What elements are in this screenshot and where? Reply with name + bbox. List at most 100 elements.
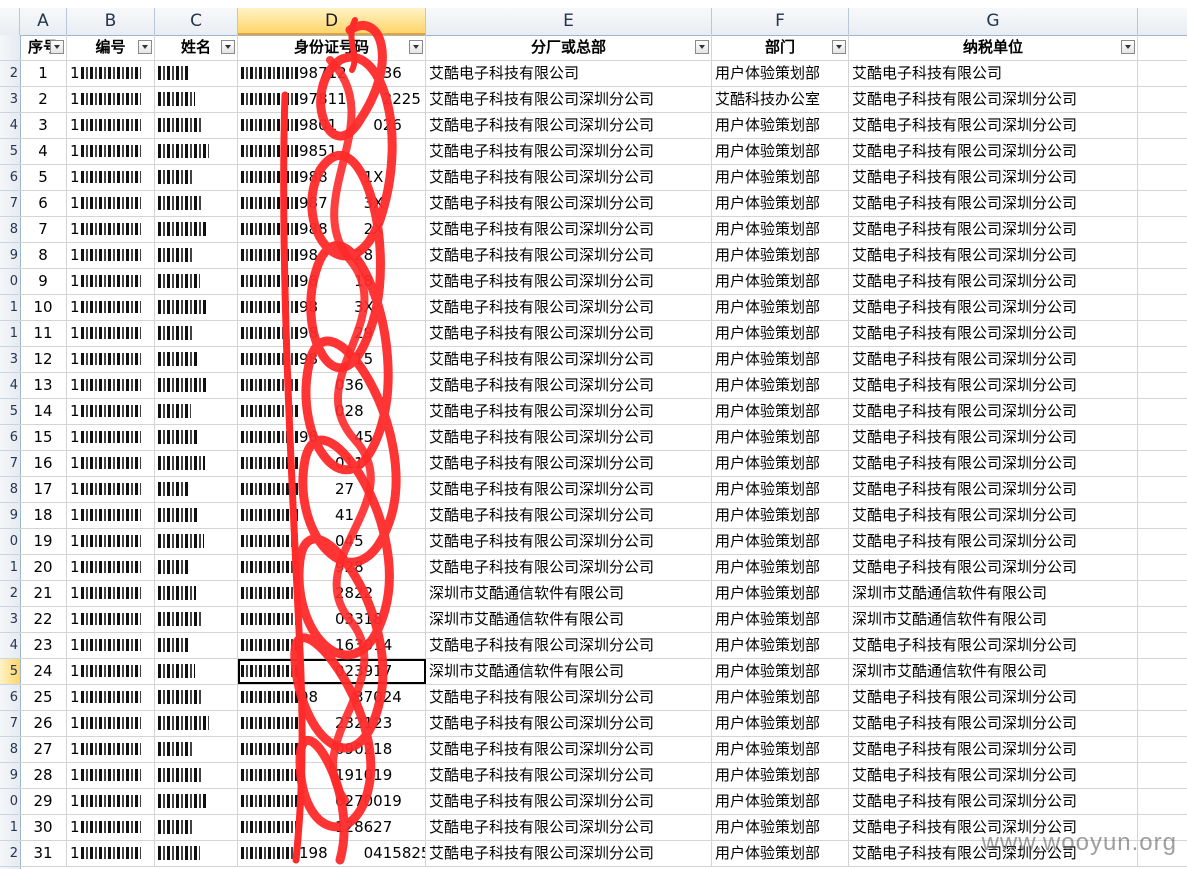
row-number[interactable]: 2 xyxy=(0,61,20,87)
seq-cell[interactable]: 30 xyxy=(20,815,67,840)
department-cell[interactable]: 用户体验策划部 xyxy=(712,451,849,476)
code-cell[interactable]: 1 xyxy=(67,139,155,164)
department-cell[interactable]: 用户体验策划部 xyxy=(712,113,849,138)
name-cell[interactable] xyxy=(155,555,238,580)
tax-unit-cell[interactable]: 艾酷电子科技有限公司深圳分公司 xyxy=(849,217,1138,242)
name-cell[interactable] xyxy=(155,529,238,554)
code-cell[interactable]: 1 xyxy=(67,113,155,138)
code-cell[interactable]: 1 xyxy=(67,737,155,762)
code-cell[interactable]: 1 xyxy=(67,87,155,112)
code-cell[interactable]: 1 xyxy=(67,451,155,476)
seq-cell[interactable]: 12 xyxy=(20,347,67,372)
id-number-cell[interactable]: 27 xyxy=(238,477,426,502)
tax-unit-cell[interactable]: 艾酷电子科技有限公司深圳分公司 xyxy=(849,633,1138,658)
tax-unit-cell[interactable]: 艾酷电子科技有限公司 xyxy=(849,61,1138,86)
name-cell[interactable] xyxy=(155,347,238,372)
name-cell[interactable] xyxy=(155,685,238,710)
id-number-cell[interactable]: 928 xyxy=(238,555,426,580)
code-cell[interactable]: 1 xyxy=(67,477,155,502)
select-all-corner[interactable] xyxy=(0,8,20,35)
tax-unit-cell[interactable]: 艾酷电子科技有限公司深圳分公司 xyxy=(849,269,1138,294)
tax-unit-cell[interactable]: 艾酷电子科技有限公司深圳分公司 xyxy=(849,347,1138,372)
header-cell[interactable]: 编号 xyxy=(67,35,155,60)
row-number[interactable]: 7 xyxy=(0,711,20,737)
seq-cell[interactable]: 17 xyxy=(20,477,67,502)
branch-cell[interactable]: 深圳市艾酷通信软件有限公司 xyxy=(426,581,712,606)
branch-cell[interactable]: 艾酷电子科技有限公司深圳分公司 xyxy=(426,243,712,268)
branch-cell[interactable]: 艾酷电子科技有限公司深圳分公司 xyxy=(426,347,712,372)
tax-unit-cell[interactable]: 艾酷电子科技有限公司深圳分公司 xyxy=(849,139,1138,164)
id-number-cell[interactable]: 6270019 xyxy=(238,789,426,814)
code-cell[interactable]: 1 xyxy=(67,243,155,268)
department-cell[interactable]: 用户体验策划部 xyxy=(712,555,849,580)
code-cell[interactable]: 1 xyxy=(67,191,155,216)
code-cell[interactable]: 1 xyxy=(67,269,155,294)
seq-cell[interactable]: 23 xyxy=(20,633,67,658)
id-number-cell[interactable]: 98 37024 xyxy=(238,685,426,710)
id-number-cell[interactable]: 98 18 xyxy=(238,269,426,294)
header-cell[interactable]: 纳税单位 xyxy=(849,35,1138,60)
code-cell[interactable]: 1 xyxy=(67,789,155,814)
branch-cell[interactable]: 艾酷电子科技有限公司深圳分公司 xyxy=(426,763,712,788)
seq-cell[interactable]: 20 xyxy=(20,555,67,580)
filter-dropdown-icon[interactable] xyxy=(832,40,846,54)
name-cell[interactable] xyxy=(155,373,238,398)
branch-cell[interactable]: 艾酷电子科技有限公司深圳分公司 xyxy=(426,633,712,658)
code-cell[interactable]: 1 xyxy=(67,633,155,658)
name-cell[interactable] xyxy=(155,763,238,788)
column-header-g[interactable]: G xyxy=(849,8,1138,35)
seq-cell[interactable]: 25 xyxy=(20,685,67,710)
code-cell[interactable]: 1 xyxy=(67,581,155,606)
tax-unit-cell[interactable]: 艾酷电子科技有限公司深圳分公司 xyxy=(849,165,1138,190)
code-cell[interactable]: 1 xyxy=(67,763,155,788)
name-cell[interactable] xyxy=(155,165,238,190)
row-number[interactable]: 5 xyxy=(0,659,20,685)
department-cell[interactable]: 用户体验策划部 xyxy=(712,217,849,242)
row-number[interactable]: 5 xyxy=(0,399,20,425)
seq-cell[interactable]: 28 xyxy=(20,763,67,788)
tax-unit-cell[interactable]: 艾酷电子科技有限公司深圳分公司 xyxy=(849,191,1138,216)
department-cell[interactable]: 用户体验策划部 xyxy=(712,165,849,190)
id-number-cell[interactable]: 98 45 xyxy=(238,425,426,450)
row-number[interactable]: 4 xyxy=(0,373,20,399)
seq-cell[interactable]: 4 xyxy=(20,139,67,164)
id-number-cell[interactable]: 128627 xyxy=(238,815,426,840)
branch-cell[interactable]: 艾酷电子科技有限公司深圳分公司 xyxy=(426,165,712,190)
name-cell[interactable] xyxy=(155,87,238,112)
department-cell[interactable]: 用户体验策划部 xyxy=(712,711,849,736)
code-cell[interactable]: 1 xyxy=(67,321,155,346)
department-cell[interactable]: 用户体验策划部 xyxy=(712,321,849,346)
id-number-cell[interactable]: 2822 xyxy=(238,581,426,606)
branch-cell[interactable]: 艾酷电子科技有限公司深圳分公司 xyxy=(426,451,712,476)
department-cell[interactable]: 用户体验策划部 xyxy=(712,373,849,398)
id-number-cell[interactable]: 9801 026 xyxy=(238,113,426,138)
row-number[interactable]: 0 xyxy=(0,529,20,555)
row-number[interactable]: 0 xyxy=(0,789,20,815)
name-cell[interactable] xyxy=(155,633,238,658)
row-number[interactable]: 8 xyxy=(0,477,20,503)
id-number-cell[interactable]: 987 3X xyxy=(238,191,426,216)
department-cell[interactable]: 用户体验策划部 xyxy=(712,61,849,86)
column-header-b[interactable]: B xyxy=(67,8,155,35)
seq-cell[interactable]: 21 xyxy=(20,581,67,606)
name-cell[interactable] xyxy=(155,711,238,736)
branch-cell[interactable]: 深圳市艾酷通信软件有限公司 xyxy=(426,607,712,632)
code-cell[interactable]: 1 xyxy=(67,555,155,580)
header-cell[interactable]: 序号 xyxy=(20,35,67,60)
row-number[interactable]: 6 xyxy=(0,165,20,191)
branch-cell[interactable]: 艾酷电子科技有限公司深圳分公司 xyxy=(426,529,712,554)
id-number-cell[interactable]: 98 3X xyxy=(238,295,426,320)
code-cell[interactable]: 1 xyxy=(67,61,155,86)
seq-cell[interactable]: 16 xyxy=(20,451,67,476)
seq-cell[interactable]: 1 xyxy=(20,61,67,86)
id-number-cell[interactable]: 98 28 xyxy=(238,243,426,268)
department-cell[interactable]: 用户体验策划部 xyxy=(712,529,849,554)
tax-unit-cell[interactable]: 艾酷电子科技有限公司深圳分公司 xyxy=(849,295,1138,320)
code-cell[interactable]: 1 xyxy=(67,685,155,710)
name-cell[interactable] xyxy=(155,841,238,866)
id-number-cell[interactable]: 98 29 xyxy=(238,321,426,346)
tax-unit-cell[interactable]: 艾酷电子科技有限公司深圳分公司 xyxy=(849,737,1138,762)
tax-unit-cell[interactable]: 艾酷电子科技有限公司深圳分公司 xyxy=(849,685,1138,710)
name-cell[interactable] xyxy=(155,139,238,164)
code-cell[interactable]: 1 xyxy=(67,529,155,554)
